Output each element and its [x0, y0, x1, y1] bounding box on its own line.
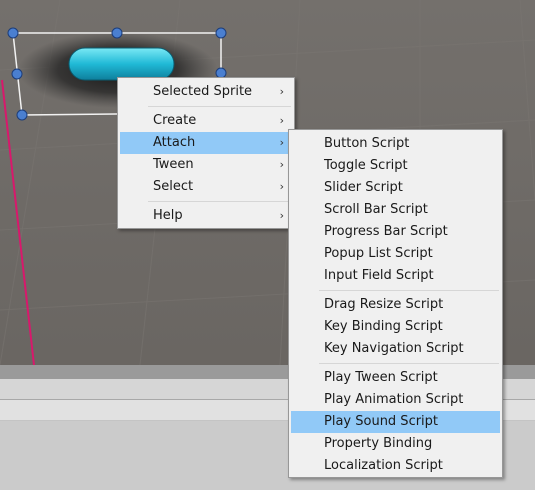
submenu-item-progress-bar-script[interactable]: Progress Bar Script: [291, 221, 500, 243]
menu-item-label: Attach: [153, 135, 196, 150]
menu-item-help[interactable]: Help ›: [120, 205, 292, 227]
handle-left: [11, 68, 23, 80]
submenu-item-label: Play Tween Script: [324, 370, 438, 385]
submenu-item-label: Property Binding: [324, 436, 433, 451]
submenu-item-scroll-bar-script[interactable]: Scroll Bar Script: [291, 199, 500, 221]
submenu-item-label: Key Binding Script: [324, 319, 443, 334]
menu-item-label: Help: [153, 208, 183, 223]
submenu-item-label: Key Navigation Script: [324, 341, 464, 356]
submenu-item-label: Toggle Script: [324, 158, 408, 173]
chevron-right-icon: ›: [279, 158, 284, 171]
chevron-right-icon: ›: [279, 85, 284, 98]
chevron-right-icon: ›: [279, 136, 284, 149]
submenu-item-label: Drag Resize Script: [324, 297, 444, 312]
handle-bottom-left: [16, 109, 28, 121]
handle-top-right: [215, 27, 227, 39]
menu-separator: [148, 106, 291, 107]
submenu-item-label: Popup List Script: [324, 246, 433, 261]
chevron-right-icon: ›: [279, 209, 284, 222]
menu-item-attach[interactable]: Attach ›: [120, 132, 292, 154]
submenu-item-slider-script[interactable]: Slider Script: [291, 177, 500, 199]
handle-top: [111, 27, 123, 39]
submenu-item-input-field-script[interactable]: Input Field Script: [291, 265, 500, 287]
menu-separator: [148, 201, 291, 202]
submenu-item-button-script[interactable]: Button Script: [291, 133, 500, 155]
menu-separator: [319, 363, 499, 364]
attach-submenu: Button Script Toggle Script Slider Scrip…: [288, 129, 503, 478]
submenu-item-popup-list-script[interactable]: Popup List Script: [291, 243, 500, 265]
submenu-item-localization-script[interactable]: Localization Script: [291, 455, 500, 477]
menu-item-label: Select: [153, 179, 194, 194]
submenu-item-key-binding-script[interactable]: Key Binding Script: [291, 316, 500, 338]
submenu-item-label: Play Sound Script: [324, 414, 439, 429]
submenu-item-play-tween-script[interactable]: Play Tween Script: [291, 367, 500, 389]
menu-item-label: Create: [153, 113, 197, 128]
submenu-item-label: Button Script: [324, 136, 410, 151]
submenu-item-label: Progress Bar Script: [324, 224, 448, 239]
menu-item-tween[interactable]: Tween ›: [120, 154, 292, 176]
menu-item-label: Selected Sprite: [153, 84, 253, 99]
submenu-item-key-navigation-script[interactable]: Key Navigation Script: [291, 338, 500, 360]
submenu-item-label: Input Field Script: [324, 268, 434, 283]
submenu-item-property-binding[interactable]: Property Binding: [291, 433, 500, 455]
chevron-right-icon: ›: [279, 180, 284, 193]
menu-item-select[interactable]: Select ›: [120, 176, 292, 198]
submenu-item-play-sound-script[interactable]: Play Sound Script: [291, 411, 500, 433]
menu-item-create[interactable]: Create ›: [120, 110, 292, 132]
menu-item-label: Tween: [153, 157, 194, 172]
chevron-right-icon: ›: [279, 114, 284, 127]
submenu-item-label: Play Animation Script: [324, 392, 464, 407]
menu-item-selected-sprite[interactable]: Selected Sprite ›: [120, 81, 292, 103]
button-sprite[interactable]: [68, 47, 175, 81]
submenu-item-toggle-script[interactable]: Toggle Script: [291, 155, 500, 177]
submenu-item-play-animation-script[interactable]: Play Animation Script: [291, 389, 500, 411]
menu-separator: [319, 290, 499, 291]
submenu-item-drag-resize-script[interactable]: Drag Resize Script: [291, 294, 500, 316]
handle-top-left: [7, 27, 19, 39]
context-menu: Selected Sprite › Create › Attach › Twee…: [117, 77, 295, 229]
submenu-item-label: Scroll Bar Script: [324, 202, 428, 217]
submenu-item-label: Localization Script: [324, 458, 443, 473]
submenu-item-label: Slider Script: [324, 180, 403, 195]
